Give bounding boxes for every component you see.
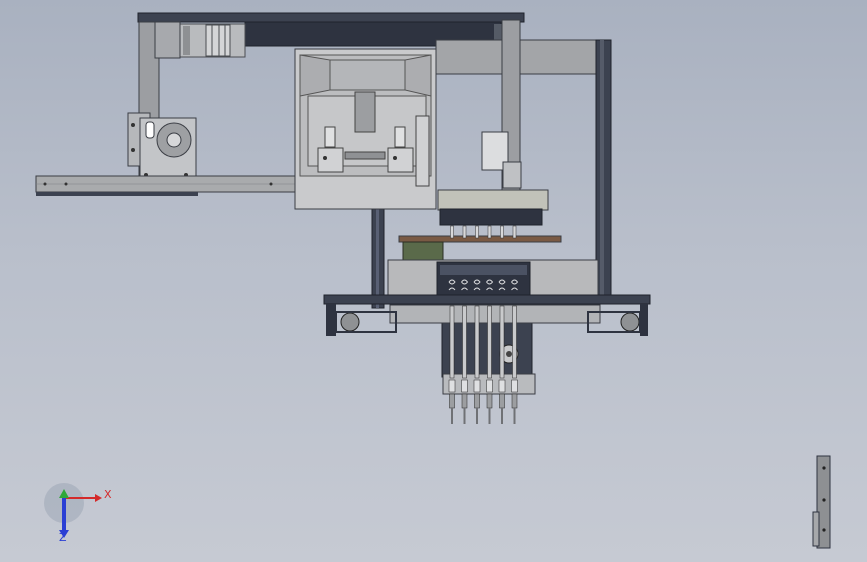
nozzle[interactable] <box>498 225 506 424</box>
coordinate-triad: X Z <box>44 483 112 544</box>
cad-model-view[interactable]: X Z <box>0 0 867 562</box>
nozzle[interactable] <box>461 225 469 424</box>
z-axis-label: Z <box>59 531 67 544</box>
x-axis-label: X <box>104 488 112 501</box>
nozzle[interactable] <box>473 225 481 424</box>
nozzle[interactable] <box>448 225 456 424</box>
nozzle[interactable] <box>511 225 519 424</box>
nozzle[interactable] <box>486 225 494 424</box>
top-motor[interactable] <box>179 23 246 58</box>
graphics-viewport[interactable]: X Z <box>0 0 867 562</box>
center-carriage[interactable] <box>294 48 437 210</box>
side-bracket-part[interactable] <box>812 455 831 549</box>
